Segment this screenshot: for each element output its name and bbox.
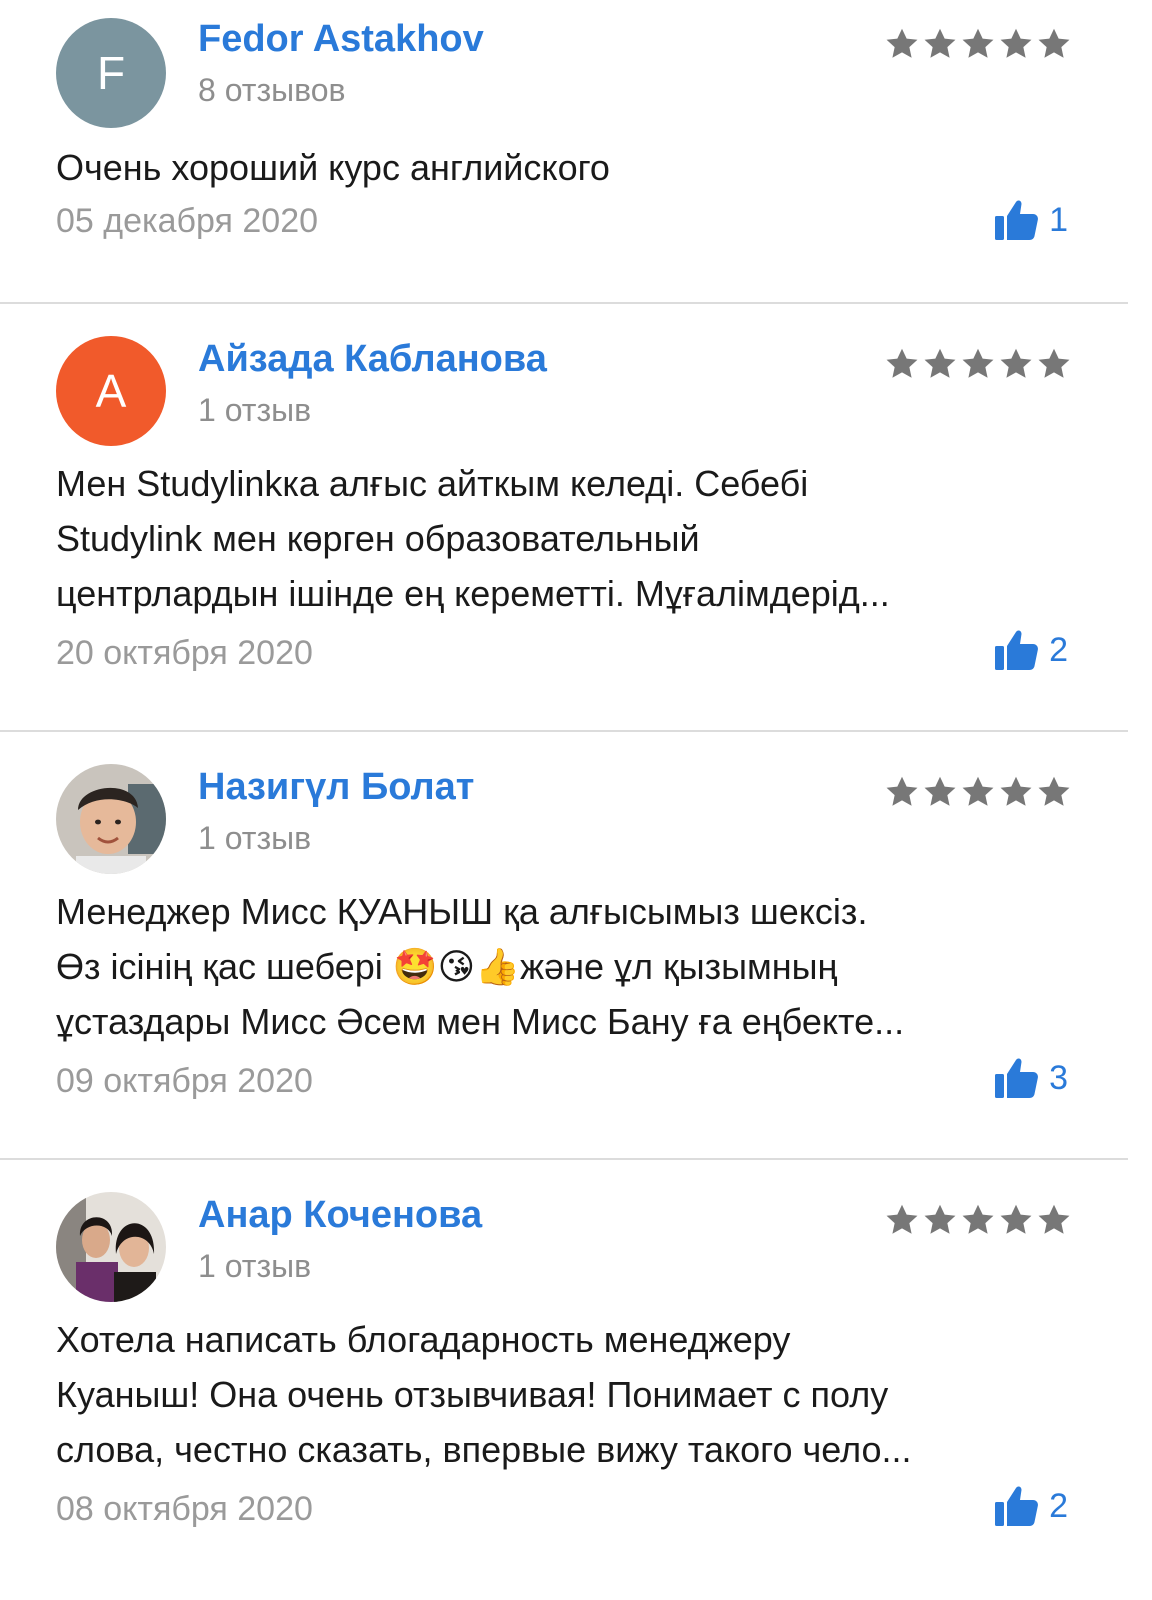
like-button[interactable]: 2 [993, 626, 1068, 674]
like-count: 3 [1049, 1058, 1068, 1097]
avatar[interactable]: А [56, 336, 166, 446]
like-count: 1 [1049, 200, 1068, 239]
review-text-line: Studylink мен көрген образовательный [56, 518, 700, 559]
like-count: 2 [1049, 630, 1068, 669]
review-text-line: Куаныш! Она очень отзывчивая! Понимает с… [56, 1374, 889, 1415]
review-card: Назигүл Болат 1 отзыв Менеджер Мисс ҚУАН… [0, 732, 1152, 1160]
star-icon [960, 346, 996, 382]
review-date: 09 октября 2020 [56, 1062, 313, 1100]
thumbs-up-icon [993, 626, 1041, 674]
rating-stars [884, 774, 1072, 810]
thumbs-up-icon [993, 196, 1041, 244]
thumbs-up-icon [993, 1482, 1041, 1530]
author-name[interactable]: Назигүл Болат [198, 766, 474, 809]
star-icon [960, 26, 996, 62]
review-text[interactable]: Хотела написать блогадарность менеджеру … [56, 1312, 1076, 1477]
thumbs-up-icon [993, 1054, 1041, 1102]
review-text-line: Хотела написать блогадарность менеджеру [56, 1319, 791, 1360]
avatar[interactable] [56, 764, 166, 874]
author-review-count: 1 отзыв [198, 392, 312, 428]
review-date: 05 декабря 2020 [56, 202, 319, 240]
avatar-initial: А [95, 365, 127, 417]
review-date: 20 октября 2020 [56, 634, 313, 672]
star-icon [1036, 26, 1072, 62]
review-text-line: слова, честно сказать, впервые вижу тако… [56, 1429, 912, 1470]
like-button[interactable]: 3 [993, 1054, 1068, 1102]
star-icon [884, 1202, 920, 1238]
review-card: А Айзада Кабланова 1 отзыв Мен Studylink… [0, 304, 1152, 732]
review-text-line: Өз ісінің қас шебері 🤩😘👍және ұл қызымның [56, 946, 838, 987]
review-date: 08 октября 2020 [56, 1490, 313, 1528]
avatar[interactable]: F [56, 18, 166, 128]
star-icon [884, 26, 920, 62]
review-text-line: центрлардын ішінде ең кереметті. Мұғалім… [56, 573, 890, 614]
star-icon [884, 774, 920, 810]
like-button[interactable]: 2 [993, 1482, 1068, 1530]
review-text[interactable]: Менеджер Мисс ҚУАНЫШ қа алғысымыз шексіз… [56, 884, 1076, 1049]
star-icon [922, 1202, 958, 1238]
review-text[interactable]: Мен Studylinkка алғыс айткым келеді. Себ… [56, 456, 1076, 621]
star-icon [960, 774, 996, 810]
star-icon [1036, 346, 1072, 382]
review-text-line: ұстаздары Мисс Әсем мен Мисс Бану ға еңб… [56, 1001, 905, 1042]
author-name[interactable]: Fedor Astakhov [198, 18, 484, 61]
review-text[interactable]: Очень хороший курс английского [56, 140, 1076, 195]
rating-stars [884, 346, 1072, 382]
rating-stars [884, 26, 1072, 62]
star-icon [1036, 1202, 1072, 1238]
author-name[interactable]: Анар Коченова [198, 1194, 482, 1237]
author-review-count: 1 отзыв [198, 1248, 312, 1284]
rating-stars [884, 1202, 1072, 1238]
star-icon [922, 346, 958, 382]
review-card: F Fedor Astakhov 8 отзывов Очень хороший… [0, 0, 1152, 304]
user-photo-icon [56, 764, 166, 874]
avatar[interactable] [56, 1192, 166, 1302]
review-text-line: Очень хороший курс английского [56, 147, 610, 188]
avatar-initial: F [96, 47, 126, 99]
review-text-line: Мен Studylinkка алғыс айткым келеді. Себ… [56, 463, 809, 504]
star-icon [998, 774, 1034, 810]
star-icon [922, 774, 958, 810]
star-icon [960, 1202, 996, 1238]
author-review-count: 8 отзывов [198, 72, 346, 108]
author-review-count: 1 отзыв [198, 820, 312, 856]
star-icon [998, 26, 1034, 62]
star-icon [1036, 774, 1072, 810]
review-text-line: Менеджер Мисс ҚУАНЫШ қа алғысымыз шексіз… [56, 891, 868, 932]
star-icon [998, 346, 1034, 382]
like-button[interactable]: 1 [993, 196, 1068, 244]
user-photo-icon [56, 1192, 166, 1302]
review-card: Анар Коченова 1 отзыв Хотела написать бл… [0, 1160, 1152, 1600]
star-icon [884, 346, 920, 382]
author-name[interactable]: Айзада Кабланова [198, 338, 547, 381]
star-icon [998, 1202, 1034, 1238]
like-count: 2 [1049, 1486, 1068, 1525]
star-icon [922, 26, 958, 62]
